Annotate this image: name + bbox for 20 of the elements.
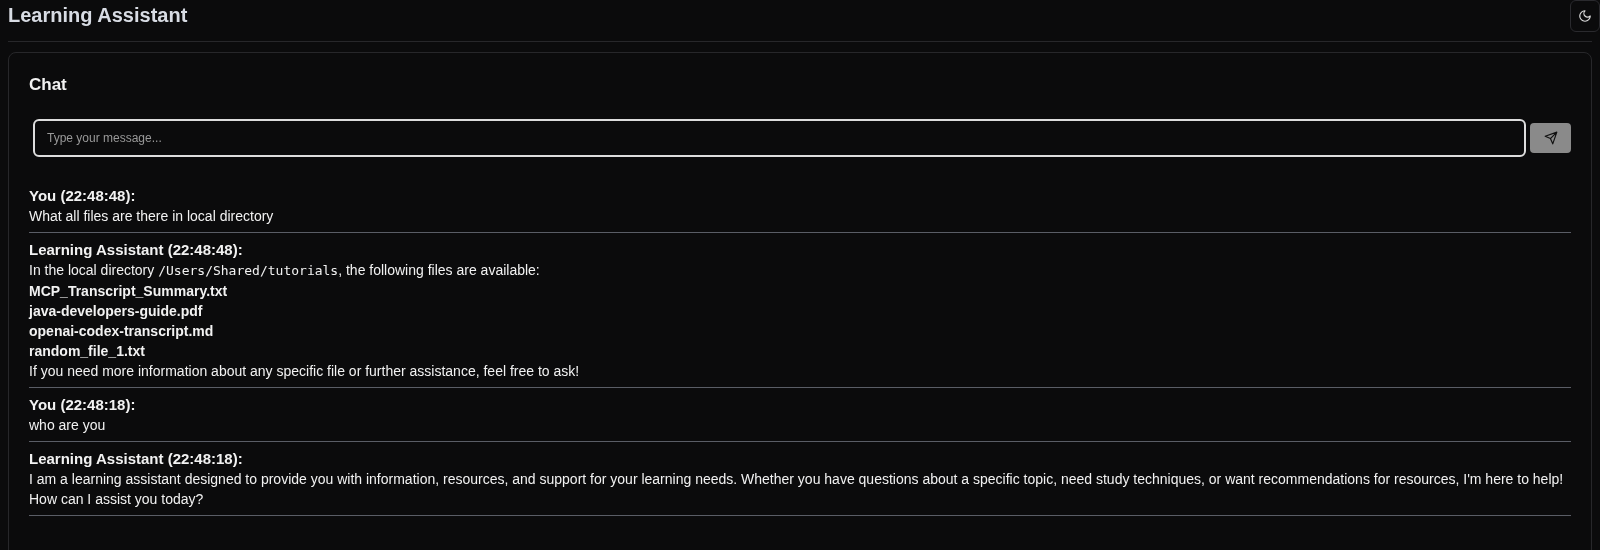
message-text: java-developers-guide.pdf xyxy=(29,302,204,321)
message-text: openai-codex-transcript.md xyxy=(29,322,215,341)
moon-icon xyxy=(1578,8,1592,23)
send-icon xyxy=(1543,131,1558,145)
message-text: who are you xyxy=(29,416,107,435)
app-title: Learning Assistant xyxy=(8,4,188,27)
message-text: I am a learning assistant designed to provide you with information, resources, and support for your learning needs. Whether you have questions about a specific topic, need study techniques, or want recommendations for resources, I'm here to help! How can I assist you today? xyxy=(29,470,1565,509)
message-author: Learning Assistant (22:48:48): xyxy=(29,240,244,260)
message-text: What all files are there in local directory xyxy=(29,207,275,226)
message-author: Learning Assistant (22:48:18): xyxy=(29,449,244,469)
message-author: You (22:48:48): xyxy=(29,186,137,206)
send-button[interactable] xyxy=(1530,123,1571,153)
message-text: MCP_Transcript_Summary.txt xyxy=(29,282,229,301)
theme-toggle-button[interactable] xyxy=(1570,0,1600,32)
message-input[interactable]: Type your message... xyxy=(33,119,1526,157)
message-text: If you need more information about any specific file or further assistance, feel free to ask! xyxy=(29,362,581,381)
message-text: random_file_1.txt xyxy=(29,342,146,361)
chat-title: Chat xyxy=(29,75,68,95)
message-author: You (22:48:18): xyxy=(29,395,137,415)
message-text: In the local directory /Users/Shared/tutorials, the following files are available: xyxy=(29,261,541,280)
